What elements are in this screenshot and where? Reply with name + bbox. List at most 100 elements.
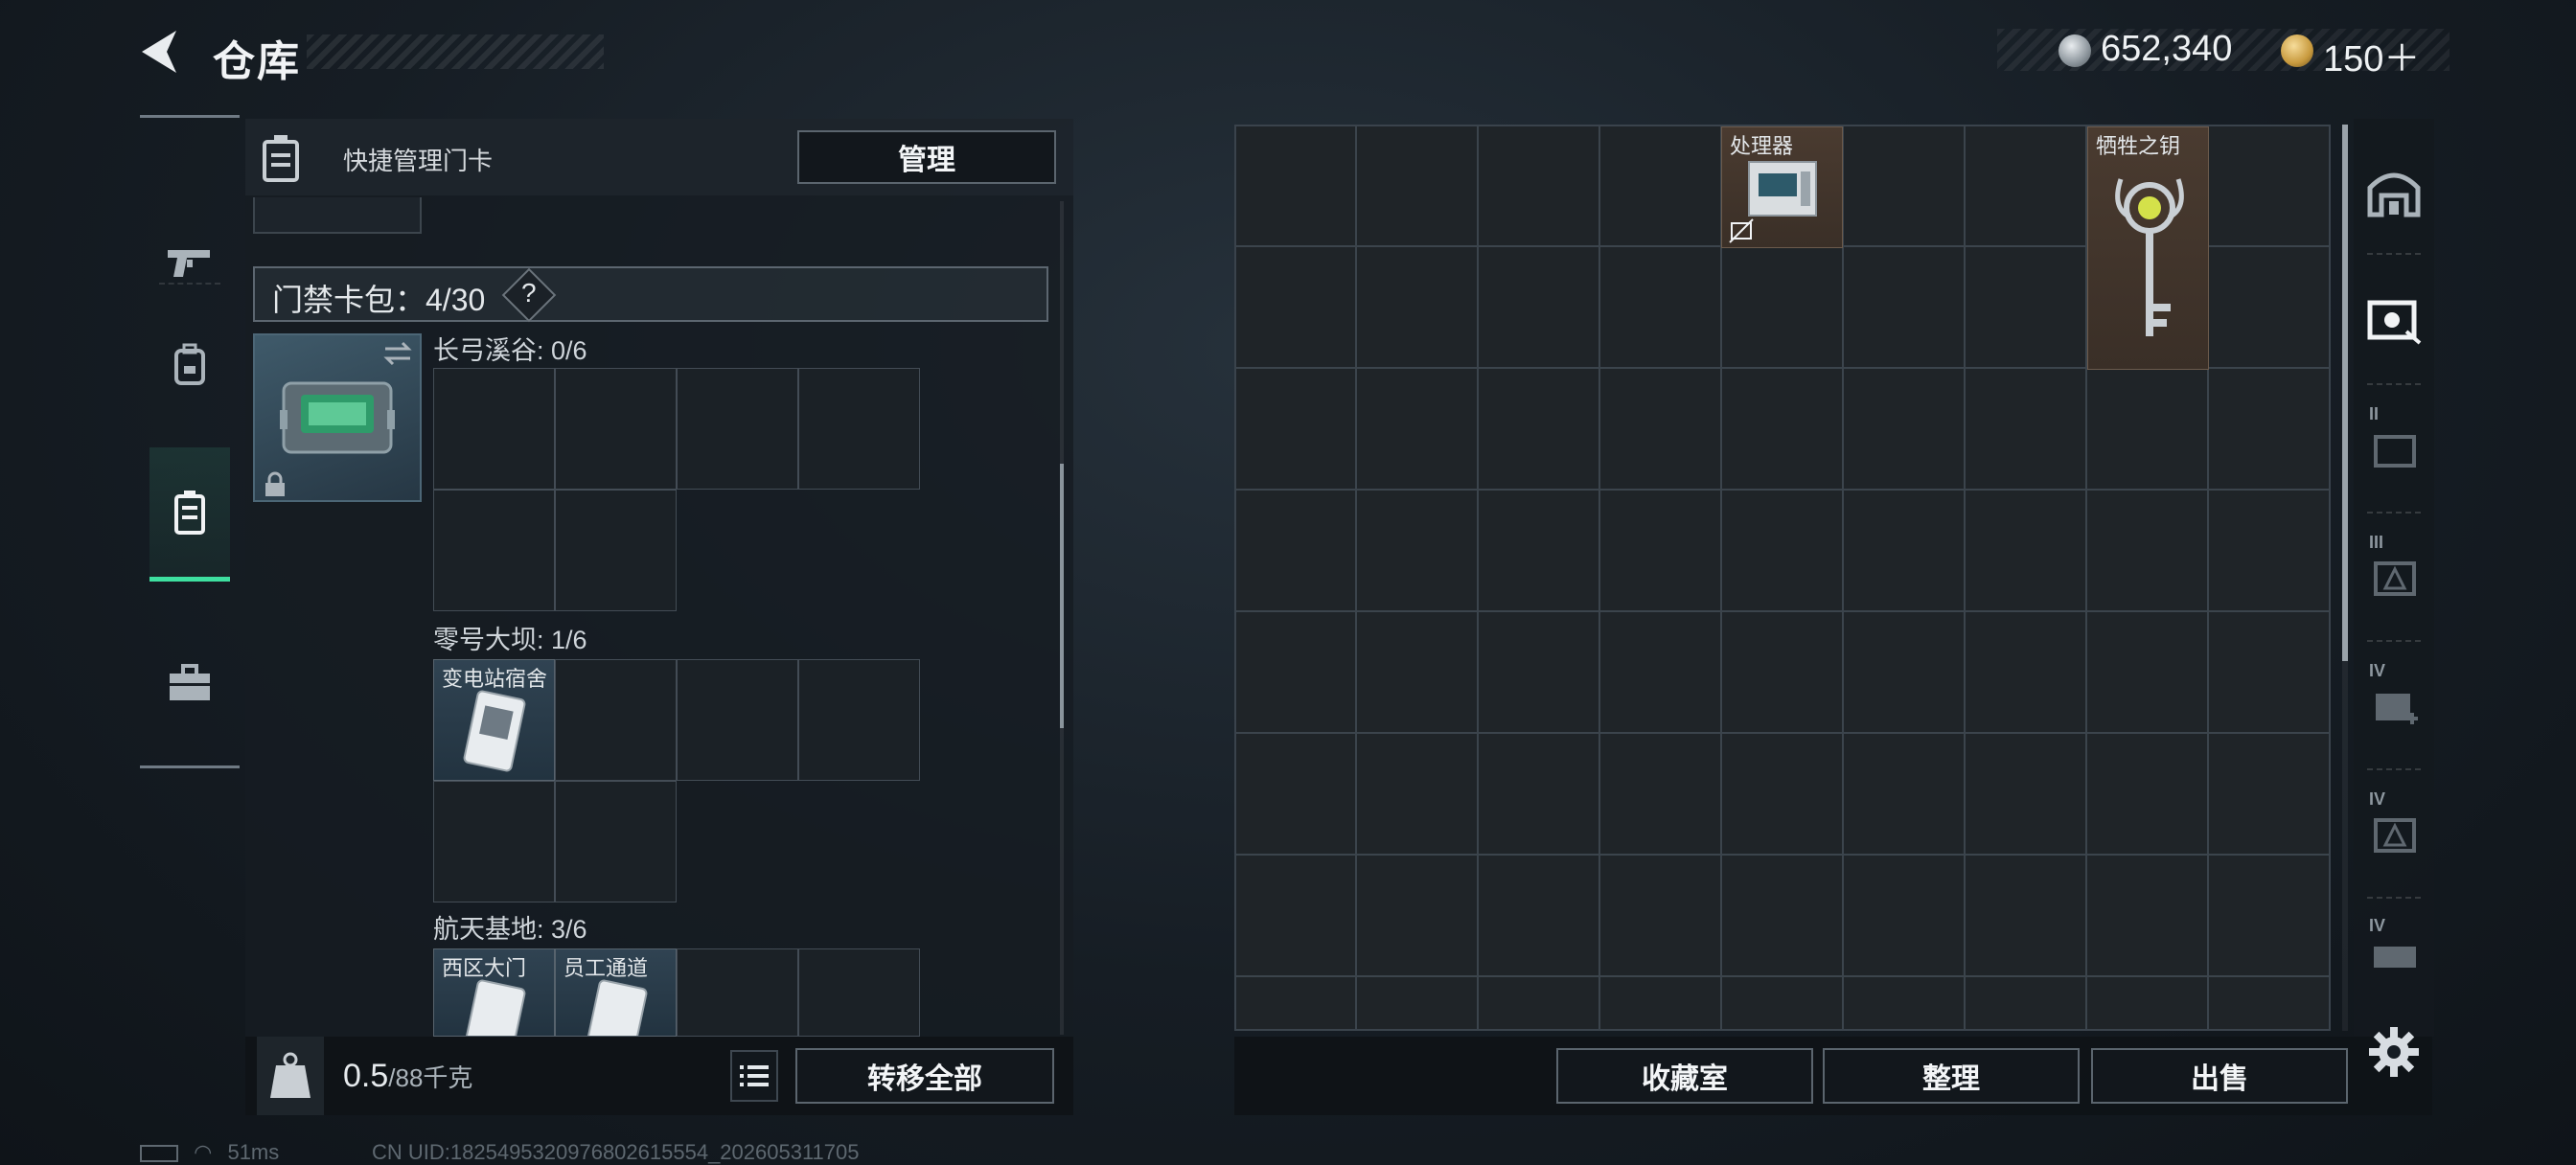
storage-slot[interactable]	[1356, 611, 1478, 733]
storage-slot[interactable]	[1721, 611, 1843, 733]
tab-expansion-iii[interactable]: III	[2359, 517, 2428, 634]
keycard-item[interactable]: 西区大门	[433, 948, 555, 1037]
storage-slot[interactable]	[1356, 126, 1478, 246]
tab-expansion-iv-weapon[interactable]: IV	[2359, 902, 2428, 1008]
storage-slot[interactable]	[1965, 246, 2086, 368]
storage-item-sacrifice-key[interactable]: 牺牲之钥	[2087, 126, 2209, 370]
storage-slot[interactable]	[1965, 855, 2086, 976]
storage-slot[interactable]	[2086, 855, 2208, 976]
empty-slot[interactable]	[433, 490, 555, 611]
nav-toolbox[interactable]	[150, 616, 230, 750]
storage-slot[interactable]	[1599, 246, 1721, 368]
storage-slot[interactable]	[2208, 855, 2329, 976]
storage-slot[interactable]	[1356, 976, 1478, 1029]
storage-slot[interactable]	[2086, 611, 2208, 733]
empty-slot[interactable]	[555, 368, 677, 490]
storage-slot[interactable]	[1965, 368, 2086, 490]
tab-expansion-iv-hazard[interactable]: IV	[2359, 774, 2428, 891]
empty-slot[interactable]	[555, 781, 677, 902]
gold-currency-value[interactable]: 150＋	[2323, 29, 2420, 81]
empty-slot[interactable]	[798, 368, 920, 490]
storage-slot[interactable]	[1843, 490, 1965, 611]
storage-slot[interactable]	[1843, 976, 1965, 1029]
storage-slot[interactable]	[1965, 611, 2086, 733]
empty-slot[interactable]	[798, 659, 920, 781]
storage-slot[interactable]	[2208, 490, 2329, 611]
storage-slot[interactable]	[1356, 368, 1478, 490]
storage-slot[interactable]	[1721, 733, 1843, 855]
keycard-item[interactable]: 员工通道	[555, 948, 677, 1037]
storage-slot[interactable]	[1599, 126, 1721, 246]
storage-slot[interactable]	[1843, 733, 1965, 855]
sell-button[interactable]: 出售	[2091, 1048, 2348, 1104]
storage-slot[interactable]	[1599, 611, 1721, 733]
empty-slot[interactable]	[677, 948, 798, 1037]
storage-slot[interactable]	[2208, 126, 2329, 246]
storage-slot[interactable]	[1721, 976, 1843, 1029]
storage-slot[interactable]	[1478, 733, 1599, 855]
storage-slot[interactable]	[1236, 490, 1356, 611]
storage-slot[interactable]	[1843, 855, 1965, 976]
storage-slot[interactable]	[1843, 126, 1965, 246]
storage-slot[interactable]	[2086, 368, 2208, 490]
storage-slot[interactable]	[2208, 368, 2329, 490]
collection-room-button[interactable]: 收藏室	[1556, 1048, 1813, 1104]
storage-slot[interactable]	[1721, 855, 1843, 976]
storage-slot[interactable]	[1965, 733, 2086, 855]
storage-slot[interactable]	[1356, 733, 1478, 855]
storage-slot[interactable]	[1478, 855, 1599, 976]
nav-keycards[interactable]	[150, 447, 230, 582]
storage-slot[interactable]	[1843, 611, 1965, 733]
storage-slot[interactable]	[1356, 490, 1478, 611]
storage-slot[interactable]	[1721, 490, 1843, 611]
storage-slot[interactable]	[2208, 246, 2329, 368]
tab-expansion-ii[interactable]: II	[2359, 389, 2428, 506]
sort-button[interactable]: 整理	[1823, 1048, 2080, 1104]
empty-slot[interactable]	[677, 659, 798, 781]
nav-equipment[interactable]	[150, 298, 230, 432]
storage-slot[interactable]	[1236, 733, 1356, 855]
storage-slot[interactable]	[1599, 368, 1721, 490]
storage-item-processor[interactable]: 处理器	[1721, 126, 1843, 248]
storage-slot[interactable]	[1478, 246, 1599, 368]
empty-slot[interactable]	[677, 368, 798, 490]
storage-slot[interactable]	[1721, 368, 1843, 490]
keycard-item[interactable]: 变电站宿舍	[433, 659, 555, 781]
storage-slot[interactable]	[1236, 611, 1356, 733]
storage-slot[interactable]	[1236, 126, 1356, 246]
storage-slot[interactable]	[1843, 368, 1965, 490]
storage-slot[interactable]	[1236, 368, 1356, 490]
list-view-button[interactable]	[730, 1050, 778, 1102]
storage-slot[interactable]	[1721, 246, 1843, 368]
storage-slot[interactable]	[1356, 855, 1478, 976]
storage-slot[interactable]	[1599, 855, 1721, 976]
storage-slot[interactable]	[1965, 126, 2086, 246]
storage-slot[interactable]	[1478, 368, 1599, 490]
storage-slot[interactable]	[1478, 490, 1599, 611]
storage-slot[interactable]	[1478, 976, 1599, 1029]
storage-slot[interactable]	[1965, 490, 2086, 611]
back-arrow-icon[interactable]	[134, 27, 184, 77]
storage-slot[interactable]	[1478, 611, 1599, 733]
storage-slot[interactable]	[2086, 490, 2208, 611]
settings-gear-icon[interactable]	[2367, 1025, 2421, 1079]
help-icon[interactable]: ?	[521, 278, 537, 308]
storage-slot[interactable]	[1356, 246, 1478, 368]
storage-slot[interactable]	[1843, 246, 1965, 368]
tab-storage-main[interactable]	[2359, 134, 2428, 251]
storage-slot[interactable]	[1236, 855, 1356, 976]
empty-slot[interactable]	[555, 659, 677, 781]
storage-slot[interactable]	[1599, 976, 1721, 1029]
storage-slot[interactable]	[1599, 490, 1721, 611]
storage-slot[interactable]	[2208, 611, 2329, 733]
empty-slot[interactable]	[433, 368, 555, 490]
scrollbar-thumb[interactable]	[1060, 464, 1064, 728]
empty-slot[interactable]	[433, 781, 555, 902]
empty-slot[interactable]	[555, 490, 677, 611]
transfer-all-button[interactable]: 转移全部	[795, 1048, 1054, 1104]
storage-slot[interactable]	[1236, 976, 1356, 1029]
storage-scrollbar-thumb[interactable]	[2342, 125, 2348, 661]
storage-slot[interactable]	[2086, 733, 2208, 855]
swap-icon[interactable]	[381, 339, 414, 368]
manage-button[interactable]: 管理	[797, 130, 1056, 184]
